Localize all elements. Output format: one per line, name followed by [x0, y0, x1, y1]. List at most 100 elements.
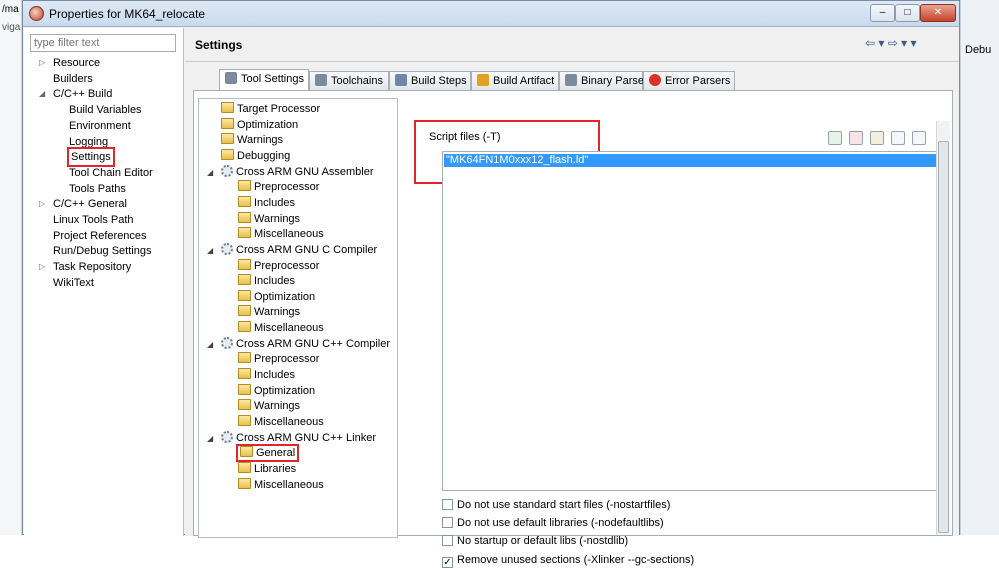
- option-checkbox[interactable]: No startup or default libs (-nostdlib): [442, 533, 628, 549]
- option-label: No startup or default libs (-nostdlib): [457, 535, 629, 548]
- folder-options-icon: [238, 289, 251, 301]
- expand-icon[interactable]: ▷: [39, 259, 45, 275]
- scrollbar-thumb[interactable]: [938, 141, 949, 533]
- tool-tree-item[interactable]: ◢ Cross ARM GNU Assembler: [207, 164, 374, 180]
- filter-input[interactable]: [30, 34, 176, 52]
- folder-options-icon: [221, 102, 234, 113]
- tool-tree-item[interactable]: Miscellaneous: [238, 477, 324, 493]
- tool-tree-item[interactable]: Includes: [238, 368, 295, 383]
- tab-toolchains[interactable]: Toolchains: [309, 71, 389, 90]
- tool-tree-item-label: Preprocessor: [254, 353, 320, 366]
- tab-build-steps[interactable]: Build Steps: [389, 71, 471, 90]
- tool-tree-item-label: Debugging: [237, 149, 291, 162]
- history-nav-arrows[interactable]: ⇦ ▾ ⇨ ▾ ▾: [865, 36, 917, 50]
- tool-tree-item-label: Includes: [254, 275, 295, 288]
- tab-icon: [395, 74, 407, 86]
- folder-options-icon: [238, 180, 251, 192]
- tab-build-artifact[interactable]: Build Artifact: [471, 71, 559, 90]
- folder-options-icon: [238, 368, 251, 380]
- nav-item-label: Task Repository: [53, 261, 132, 274]
- folder-options-icon: [240, 446, 253, 458]
- tool-tree-item[interactable]: Libraries: [238, 461, 297, 477]
- tool-tree-item[interactable]: Includes: [238, 195, 295, 211]
- nav-item-label: Project References: [53, 229, 147, 242]
- tool-tree-item[interactable]: ◢ Cross ARM GNU C Compiler: [207, 242, 378, 258]
- option-checkbox[interactable]: ✓ Remove unused sections (-Xlinker --gc-s…: [442, 552, 694, 568]
- delete-icon[interactable]: [849, 131, 864, 145]
- tool-tree-item[interactable]: Warnings: [221, 133, 283, 148]
- tool-tree-item-label: Miscellaneous: [254, 228, 324, 241]
- tool-tree-item[interactable]: ◢ Cross ARM GNU C++ Compiler: [207, 336, 391, 352]
- checkbox-icon[interactable]: [442, 499, 453, 510]
- add-file-icon[interactable]: [828, 131, 842, 145]
- tool-tree-item[interactable]: Optimization: [221, 117, 298, 133]
- tool-tree-item[interactable]: Miscellaneous: [238, 227, 324, 242]
- tool-tree-item[interactable]: Warnings: [238, 211, 300, 227]
- tool-tree-item-label: Cross ARM GNU Assembler: [236, 165, 374, 178]
- background-window-left: /ma viga: [0, 0, 22, 535]
- folder-options-icon: [238, 274, 251, 286]
- divider: [185, 61, 959, 62]
- nav-item-label: Tools Paths: [69, 182, 126, 195]
- move-up-icon[interactable]: [891, 131, 906, 145]
- checkbox-checked-icon[interactable]: ✓: [442, 556, 453, 568]
- vertical-scrollbar[interactable]: [936, 121, 950, 535]
- tool-tree-item[interactable]: ◢ Cross ARM GNU C++ Linker: [207, 430, 376, 446]
- nav-item-label: Logging: [69, 135, 109, 148]
- background-text: viga: [2, 22, 21, 33]
- edit-icon[interactable]: [870, 131, 885, 145]
- folder-options-icon: [238, 321, 251, 333]
- tool-tree-item-label: Cross ARM GNU C Compiler: [236, 243, 378, 256]
- tool-tree-item[interactable]: Preprocessor: [238, 180, 319, 195]
- tool-tree-item[interactable]: Optimization: [238, 289, 315, 305]
- tool-tree-item-label: Warnings: [237, 134, 284, 147]
- checkbox-icon[interactable]: [442, 535, 453, 547]
- tool-tree-item[interactable]: Optimization: [238, 383, 315, 399]
- folder-options-icon: [238, 415, 251, 426]
- tool-settings-panel: Target Processor Optimization Warnings Debu…: [193, 90, 953, 568]
- checkbox-icon[interactable]: [442, 517, 453, 529]
- move-down-icon[interactable]: [912, 131, 927, 145]
- tab-error-parsers[interactable]: Error Parsers: [643, 71, 735, 90]
- expand-icon[interactable]: ▷: [39, 196, 45, 212]
- tab-tool-settings[interactable]: Tool Settings: [219, 69, 309, 91]
- tool-tree-item[interactable]: General: [235, 444, 300, 463]
- folder-options-icon: [238, 211, 251, 223]
- tool-tree-item-label: Libraries: [254, 462, 297, 475]
- close-button[interactable]: ✕: [920, 4, 956, 22]
- collapse-icon[interactable]: ◢: [207, 431, 213, 446]
- tool-tree-item[interactable]: Includes: [238, 274, 295, 289]
- list-item[interactable]: "MK64FN1M0xxx12_flash.ld": [444, 154, 946, 167]
- tab-label: Toolchains: [331, 75, 383, 87]
- maximize-button[interactable]: □: [895, 4, 920, 22]
- tool-tree-item-label: Cross ARM GNU C++ Compiler: [236, 337, 391, 350]
- tool-tree-item[interactable]: Preprocessor: [238, 352, 319, 367]
- collapse-icon[interactable]: ◢: [207, 337, 213, 352]
- tab-binary-parsers[interactable]: Binary Parsers: [559, 71, 653, 90]
- tool-tree-item-label: Cross ARM GNU C++ Linker: [236, 431, 376, 444]
- nav-item-label: Environment: [69, 119, 131, 132]
- tool-tree-item[interactable]: Warnings: [238, 399, 300, 414]
- tool-tree-item[interactable]: Miscellaneous: [238, 321, 324, 336]
- folder-options-icon: [238, 227, 251, 239]
- tool-tree-item[interactable]: Target Processor: [221, 102, 320, 117]
- collapse-icon[interactable]: ◢: [39, 86, 45, 102]
- collapse-icon[interactable]: ◢: [207, 243, 213, 258]
- folder-options-icon: [238, 352, 251, 364]
- tool-tree-item[interactable]: Preprocessor: [238, 258, 319, 274]
- collapse-icon[interactable]: ◢: [207, 165, 213, 180]
- option-checkbox[interactable]: Do not use default libraries (-nodefault…: [442, 515, 664, 531]
- background-window-right: Debu: [960, 0, 999, 535]
- minimize-button[interactable]: –: [870, 4, 895, 22]
- option-label: Do not use default libraries (-nodefault…: [457, 517, 664, 530]
- script-files-list[interactable]: "MK64FN1M0xxx12_flash.ld": [442, 151, 948, 491]
- tool-tree-item[interactable]: Warnings: [238, 305, 300, 320]
- tool-tree-item-label: Miscellaneous: [254, 478, 324, 491]
- tool-tree-item[interactable]: Debugging: [221, 148, 291, 164]
- page-title: Settings: [195, 38, 243, 52]
- folder-options-icon: [238, 195, 251, 207]
- expand-icon[interactable]: ▷: [39, 55, 45, 71]
- option-checkbox[interactable]: Do not use standard start files (-nostar…: [442, 497, 670, 513]
- option-label: Do not use standard start files (-nostar…: [457, 499, 671, 511]
- tool-tree-item[interactable]: Miscellaneous: [238, 415, 324, 430]
